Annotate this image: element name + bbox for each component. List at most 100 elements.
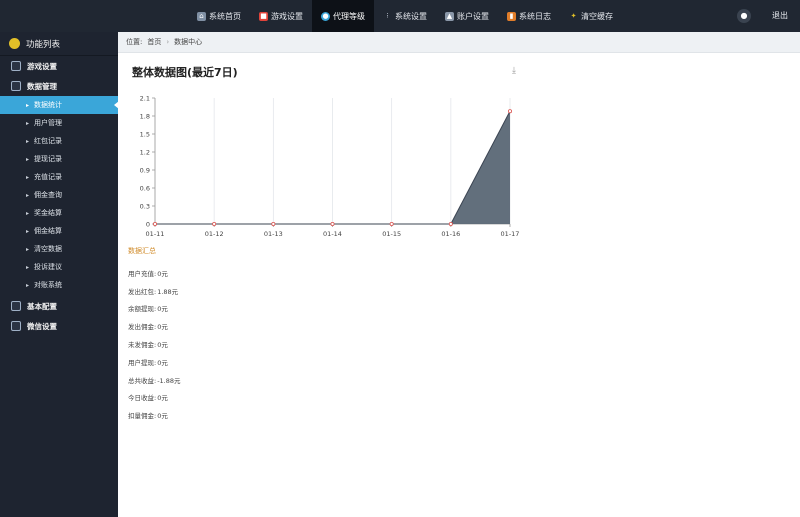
page-title: 整体数据图(最近7日) bbox=[132, 66, 238, 79]
nav-item-clear-cache[interactable]: ✦ 清空缓存 bbox=[560, 0, 622, 32]
summary-label: 余额提现: bbox=[128, 305, 157, 314]
group-icon bbox=[11, 301, 21, 311]
summary-row: 发出红包: 1.88元 bbox=[128, 282, 181, 300]
x-tick-label: 01-12 bbox=[205, 230, 224, 238]
clear-cache-icon: ✦ bbox=[570, 11, 577, 20]
breadcrumb-current: 数据中心 bbox=[174, 38, 203, 46]
nav-item-game-settings[interactable]: ■ 游戏设置 bbox=[250, 0, 312, 32]
chevron-right-icon: ▸ bbox=[26, 137, 30, 145]
summary-label: 未发佣金: bbox=[128, 341, 157, 350]
y-tick-label: 0.9 bbox=[140, 167, 150, 175]
group-icon bbox=[11, 61, 21, 71]
sidebar-item-redpacket-records[interactable]: ▸ 红包记录 bbox=[0, 132, 118, 150]
sidebar-item-data-statistics[interactable]: ▸ 数据统计 bbox=[0, 96, 119, 114]
sidebar-item-label: 佣金查询 bbox=[34, 191, 63, 199]
summary-row: 未发佣金: 0元 bbox=[128, 335, 181, 353]
top-nav: ⌂ 系统首页 ■ 游戏设置 ● 代理等级 ⁝ 系统设置 ▲ 账户设置 ▮ 系统日… bbox=[188, 0, 622, 32]
top-nav-bar: ⌂ 系统首页 ■ 游戏设置 ● 代理等级 ⁝ 系统设置 ▲ 账户设置 ▮ 系统日… bbox=[0, 0, 800, 32]
logout-button[interactable]: 退出 bbox=[772, 0, 788, 32]
sidebar-item-recharge-records[interactable]: ▸ 充值记录 bbox=[0, 168, 118, 186]
chevron-right-icon: ▸ bbox=[26, 281, 30, 289]
sidebar-group-label: 数据管理 bbox=[27, 81, 57, 91]
sidebar-item-commission-settlement[interactable]: ▸ 佣金结算 bbox=[0, 222, 118, 240]
sidebar-group-game-settings[interactable]: 游戏设置 bbox=[0, 56, 118, 76]
chevron-right-icon: ▸ bbox=[26, 227, 30, 235]
sidebar-item-label: 对账系统 bbox=[34, 281, 63, 289]
nav-item-account-settings[interactable]: ▲ 账户设置 bbox=[436, 0, 498, 32]
summary-value: 0元 bbox=[157, 394, 168, 403]
game-icon: ■ bbox=[259, 11, 268, 21]
sidebar-group-basic-config[interactable]: 基本配置 bbox=[0, 296, 118, 316]
chevron-right-icon: ▸ bbox=[26, 263, 30, 271]
data-point bbox=[212, 221, 217, 226]
nav-item-system-settings[interactable]: ⁝ 系统设置 bbox=[374, 0, 436, 32]
menu-icon bbox=[9, 38, 20, 49]
summary-label: 总共收益: bbox=[128, 376, 157, 385]
summary-row: 今日收益: 0元 bbox=[128, 389, 181, 407]
y-tick-label: 1.8 bbox=[140, 113, 150, 121]
summary-label: 用户充值: bbox=[128, 269, 157, 278]
x-tick-label: 01-15 bbox=[382, 230, 401, 238]
summary-row: 总共收益: -1.88元 bbox=[128, 371, 181, 389]
x-tick-label: 01-13 bbox=[264, 230, 283, 238]
y-tick-label: 0.3 bbox=[140, 203, 150, 211]
user-icon[interactable]: ● bbox=[737, 9, 751, 23]
sidebar-group-data-management[interactable]: 数据管理 bbox=[0, 76, 118, 96]
sidebar-group-label: 基本配置 bbox=[27, 301, 57, 311]
sidebar-item-user-management[interactable]: ▸ 用户管理 bbox=[0, 114, 118, 132]
chevron-right-icon: ▸ bbox=[26, 245, 30, 253]
nav-label: 系统日志 bbox=[519, 11, 551, 21]
sidebar-item-withdraw-records[interactable]: ▸ 提现记录 bbox=[0, 150, 118, 168]
sidebar-header[interactable]: 功能列表 bbox=[0, 32, 118, 56]
x-tick-label: 01-11 bbox=[146, 230, 165, 238]
sidebar-item-label: 奖金结算 bbox=[34, 209, 63, 217]
nav-item-agent-level[interactable]: ● 代理等级 bbox=[312, 0, 374, 32]
sidebar-item-label: 充值记录 bbox=[34, 173, 63, 181]
sidebar-item-label: 清空数据 bbox=[34, 245, 63, 253]
data-point bbox=[330, 221, 335, 226]
summary-row: 扣量佣金: 0元 bbox=[128, 406, 181, 424]
summary-title: 数据汇总 bbox=[128, 247, 156, 255]
home-icon: ⌂ bbox=[197, 11, 206, 21]
breadcrumb-home[interactable]: 首页 bbox=[147, 37, 161, 47]
y-tick-label: 0.6 bbox=[140, 185, 150, 193]
y-tick-label: 1.2 bbox=[140, 149, 150, 157]
sidebar-item-label: 投诉建议 bbox=[34, 263, 63, 271]
summary-value: 0元 bbox=[157, 269, 168, 278]
nav-label: 账户设置 bbox=[457, 11, 489, 21]
download-icon[interactable]: ⤓ bbox=[512, 66, 522, 76]
summary-value: 0元 bbox=[157, 358, 168, 367]
nav-item-home[interactable]: ⌂ 系统首页 bbox=[188, 0, 250, 32]
summary-value: 0元 bbox=[157, 323, 168, 332]
sidebar-item-complaints[interactable]: ▸ 投诉建议 bbox=[0, 258, 118, 276]
summary-row: 用户充值: 0元 bbox=[128, 264, 181, 282]
chevron-right-icon: ▸ bbox=[26, 191, 30, 199]
breadcrumb-separator: › bbox=[166, 38, 170, 46]
nav-label: 游戏设置 bbox=[271, 11, 303, 21]
chevron-right-icon: ▸ bbox=[26, 119, 30, 127]
summary-label: 发出红包: bbox=[128, 287, 157, 296]
sidebar-item-bonus-settlement[interactable]: ▸ 奖金结算 bbox=[0, 204, 118, 222]
summary-row: 余额提现: 0元 bbox=[128, 300, 181, 318]
summary-label: 今日收益: bbox=[128, 394, 157, 403]
sidebar-item-label: 佣金结算 bbox=[34, 227, 63, 235]
sidebar-item-clear-data[interactable]: ▸ 清空数据 bbox=[0, 240, 118, 258]
breadcrumb: 位置: 首页 › 数据中心 bbox=[118, 32, 800, 53]
sidebar-item-reconciliation[interactable]: ▸ 对账系统 bbox=[0, 276, 118, 294]
nav-label: 系统设置 bbox=[395, 11, 427, 21]
log-icon: ▮ bbox=[507, 11, 516, 21]
chevron-right-icon: ▸ bbox=[26, 209, 30, 217]
summary-row: 发出佣金: 0元 bbox=[128, 317, 181, 335]
chevron-right-icon: ▸ bbox=[26, 101, 30, 109]
sidebar-group-wechat-settings[interactable]: 微信设置 bbox=[0, 316, 118, 336]
data-point bbox=[389, 221, 394, 226]
summary-row: 用户提现: 0元 bbox=[128, 353, 181, 371]
y-tick-label: 0 bbox=[146, 221, 150, 229]
chevron-right-icon: ▸ bbox=[26, 173, 30, 181]
nav-item-system-log[interactable]: ▮ 系统日志 bbox=[498, 0, 560, 32]
summary-value: 0元 bbox=[157, 305, 168, 314]
group-icon bbox=[11, 81, 21, 91]
x-tick-label: 01-17 bbox=[501, 230, 520, 238]
sidebar-item-commission-query[interactable]: ▸ 佣金查询 bbox=[0, 186, 118, 204]
sidebar-item-label: 用户管理 bbox=[34, 119, 63, 127]
